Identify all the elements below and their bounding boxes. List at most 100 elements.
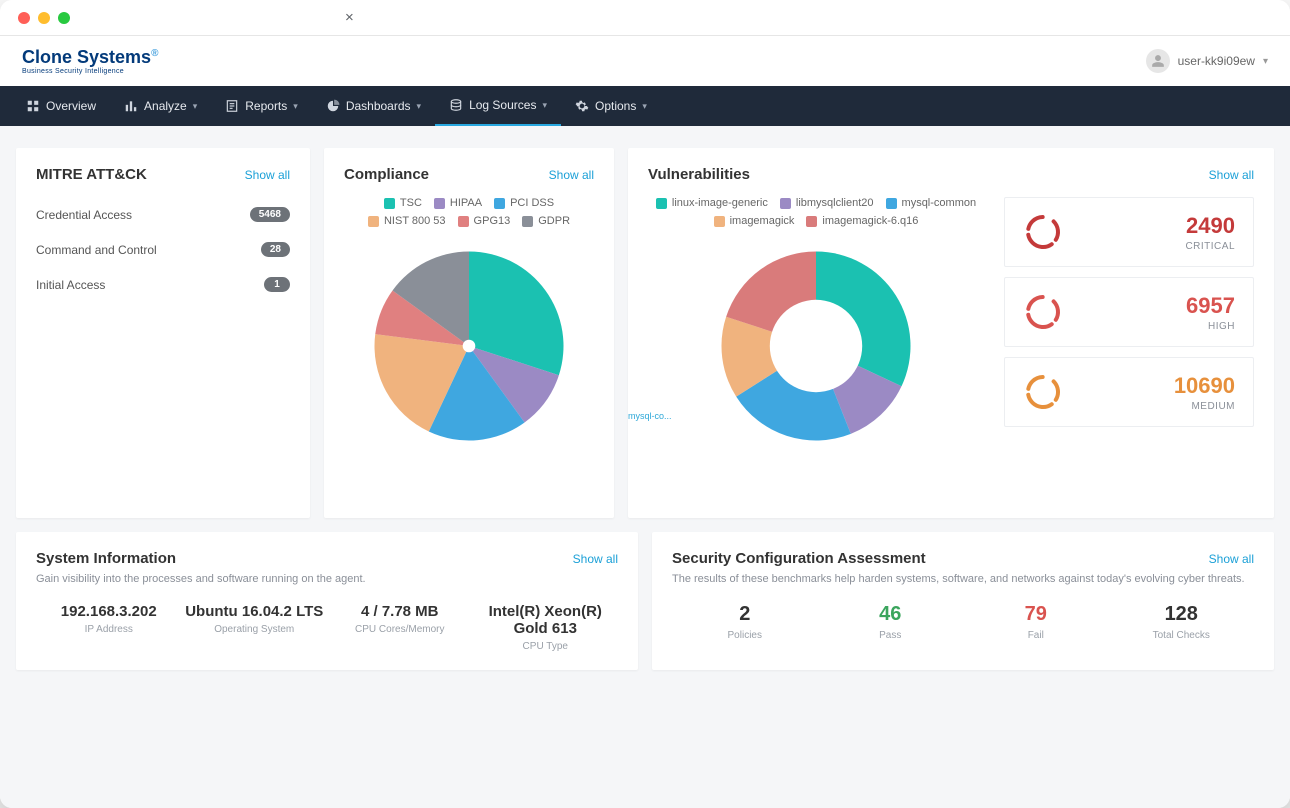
gear-icon	[575, 99, 589, 113]
window-zoom-button[interactable]	[58, 12, 70, 24]
stat-label: CRITICAL	[1185, 241, 1235, 252]
info-value: Ubuntu 16.04.2 LTS	[182, 603, 328, 620]
count-badge: 5468	[250, 207, 290, 222]
window-chrome: ×	[0, 0, 1290, 36]
info-item: Intel(R) Xeon(R) Gold 613CPU Type	[473, 603, 619, 652]
list-item[interactable]: Initial Access 1	[36, 267, 290, 302]
legend-label: GPG13	[474, 215, 511, 227]
traffic-lights	[18, 12, 70, 24]
list-item[interactable]: Credential Access 5468	[36, 197, 290, 232]
sca-value: 46	[818, 603, 964, 626]
severity-stats: 2490 CRITICAL 6957 HIGH 10690 MEDIUM	[1004, 197, 1254, 451]
sca-label: Policies	[672, 630, 818, 641]
list-item-label: Command and Control	[36, 243, 157, 257]
tab-close-icon[interactable]: ×	[345, 9, 354, 26]
nav-label: Dashboards	[346, 99, 411, 113]
legend-item[interactable]: PCI DSS	[494, 197, 554, 209]
card-title: System Information	[36, 550, 176, 567]
chevron-down-icon: ▾	[1263, 56, 1268, 67]
nav-log-sources[interactable]: Log Sources ▾	[435, 86, 561, 126]
system-info-card: System Information Show all Gain visibil…	[16, 532, 638, 670]
nav-analyze[interactable]: Analyze ▾	[110, 86, 211, 126]
legend-item[interactable]: libmysqlclient20	[780, 197, 874, 209]
avatar-icon	[1146, 49, 1170, 73]
legend-swatch	[656, 198, 667, 209]
legend-item[interactable]: mysql-common	[886, 197, 977, 209]
nav-reports[interactable]: Reports ▾	[211, 86, 312, 126]
nav-label: Analyze	[144, 99, 187, 113]
reports-icon	[225, 99, 239, 113]
legend-label: NIST 800 53	[384, 215, 446, 227]
info-value: 192.168.3.202	[36, 603, 182, 620]
legend-item[interactable]: linux-image-generic	[656, 197, 768, 209]
nav-overview[interactable]: Overview	[12, 86, 110, 126]
compliance-legend: TSC HIPAA PCI DSS NIST 800 53 GPG13 GDPR	[344, 197, 594, 227]
analyze-icon	[124, 99, 138, 113]
logsources-icon	[449, 98, 463, 112]
sca-item: 2Policies	[672, 603, 818, 641]
list-item[interactable]: Command and Control 28	[36, 232, 290, 267]
severity-stat-card[interactable]: 10690 MEDIUM	[1004, 357, 1254, 427]
donut-hole	[770, 300, 862, 392]
chevron-down-icon: ▾	[542, 100, 547, 111]
sca-item: 46 Pass	[818, 603, 964, 641]
nav-label: Options	[595, 99, 636, 113]
nav-dashboards[interactable]: Dashboards ▾	[312, 86, 435, 126]
info-label: IP Address	[36, 624, 182, 635]
sca-label: Total Checks	[1109, 630, 1255, 641]
legend-swatch	[384, 198, 395, 209]
legend-swatch	[458, 216, 469, 227]
window-minimize-button[interactable]	[38, 12, 50, 24]
legend-item[interactable]: GPG13	[458, 215, 511, 227]
legend-item[interactable]: imagemagick-6.q16	[806, 215, 918, 227]
legend-item[interactable]: GDPR	[522, 215, 570, 227]
show-all-link[interactable]: Show all	[1209, 168, 1254, 182]
show-all-link[interactable]: Show all	[573, 552, 618, 566]
sca-label: Pass	[818, 630, 964, 641]
stat-value: 6957	[1186, 293, 1235, 319]
legend-label: libmysqlclient20	[796, 197, 874, 209]
browser-window: × Clone Systems® Business Security Intel…	[0, 0, 1290, 808]
card-subtitle: Gain visibility into the processes and s…	[36, 573, 618, 585]
nav-label: Log Sources	[469, 98, 536, 112]
show-all-link[interactable]: Show all	[245, 168, 290, 182]
legend-item[interactable]: TSC	[384, 197, 422, 209]
logo: Clone Systems® Business Security Intelli…	[22, 47, 158, 75]
legend-swatch	[522, 216, 533, 227]
nav-options[interactable]: Options ▾	[561, 86, 661, 126]
legend-item[interactable]: HIPAA	[434, 197, 482, 209]
sca-card: Security Configuration Assessment Show a…	[652, 532, 1274, 670]
legend-item[interactable]: NIST 800 53	[368, 215, 446, 227]
card-title: Compliance	[344, 166, 429, 183]
window-close-button[interactable]	[18, 12, 30, 24]
legend-swatch	[714, 216, 725, 227]
chevron-down-icon: ▾	[417, 101, 422, 112]
legend-label: imagemagick-6.q16	[822, 215, 918, 227]
user-name: user-kk9i09ew	[1178, 54, 1255, 68]
content-area: MITRE ATT&CK Show all Credential Access …	[0, 126, 1290, 808]
severity-stat-card[interactable]: 6957 HIGH	[1004, 277, 1254, 347]
legend-item[interactable]: imagemagick	[714, 215, 795, 227]
legend-label: TSC	[400, 197, 422, 209]
user-menu[interactable]: user-kk9i09ew ▾	[1146, 49, 1268, 73]
legend-swatch	[780, 198, 791, 209]
info-value: Intel(R) Xeon(R) Gold 613	[473, 603, 619, 637]
list-item-label: Initial Access	[36, 278, 105, 292]
severity-ring-icon	[1023, 292, 1063, 332]
stat-label: HIGH	[1186, 321, 1235, 332]
chevron-down-icon: ▾	[293, 101, 298, 112]
count-badge: 28	[261, 242, 290, 257]
severity-stat-card[interactable]: 2490 CRITICAL	[1004, 197, 1254, 267]
grid-icon	[26, 99, 40, 113]
card-subtitle: The results of these benchmarks help har…	[672, 573, 1254, 585]
vulnerabilities-card: Vulnerabilities Show all linux-image-gen…	[628, 148, 1274, 518]
show-all-link[interactable]: Show all	[549, 168, 594, 182]
show-all-link[interactable]: Show all	[1209, 552, 1254, 566]
count-badge: 1	[264, 277, 290, 292]
legend-label: HIPAA	[450, 197, 482, 209]
info-item: 4 / 7.78 MBCPU Cores/Memory	[327, 603, 473, 652]
stat-label: MEDIUM	[1174, 401, 1235, 412]
card-title: Security Configuration Assessment	[672, 550, 926, 567]
mitre-card: MITRE ATT&CK Show all Credential Access …	[16, 148, 310, 518]
info-value: 4 / 7.78 MB	[327, 603, 473, 620]
